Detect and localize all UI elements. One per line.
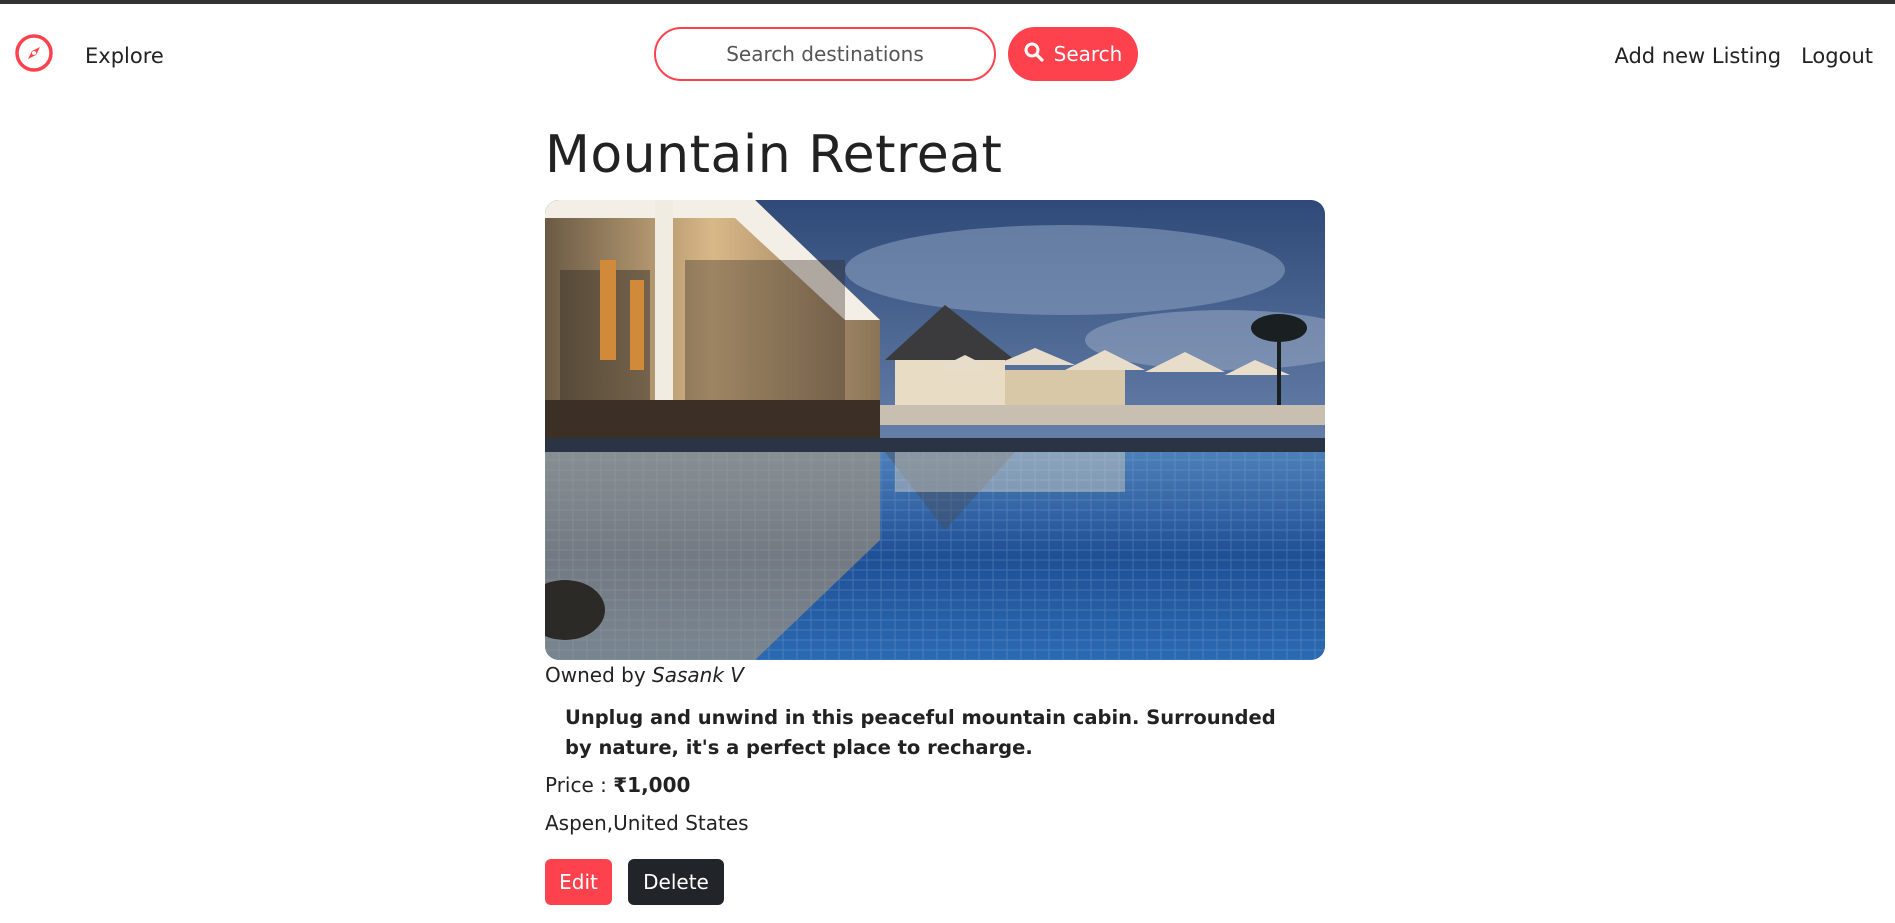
listing-location: Aspen,United States [545, 811, 749, 835]
search-input[interactable] [654, 27, 996, 81]
navbar: Explore Search Add new Listing Logout [0, 4, 1895, 104]
listing-price: Price : ₹1,000 [545, 773, 1325, 797]
owner-name: Sasank V [652, 663, 744, 687]
search-button-label: Search [1053, 42, 1123, 66]
logout-link[interactable]: Logout [1801, 44, 1873, 68]
listing-detail: Mountain Retreat Owned by Sasank V Unplu… [545, 120, 1325, 905]
owner-prefix: Owned by [545, 663, 646, 687]
search-icon [1024, 42, 1044, 67]
listing-actions: Edit Delete [545, 859, 1325, 905]
delete-button[interactable]: Delete [628, 859, 724, 905]
listing-owner: Owned by Sasank V [545, 663, 1325, 687]
nav-right-links: Add new Listing Logout [1614, 44, 1873, 68]
listing-image [545, 200, 1325, 660]
search-button[interactable]: Search [1008, 27, 1138, 81]
nav-explore-link[interactable]: Explore [85, 44, 164, 68]
price-value: ₹1,000 [613, 773, 691, 797]
listing-title: Mountain Retreat [545, 125, 1003, 185]
compass-icon[interactable] [14, 33, 54, 73]
listing-description: Unplug and unwind in this peaceful mount… [565, 706, 1276, 759]
add-new-listing-link[interactable]: Add new Listing [1614, 44, 1781, 68]
price-prefix: Price : [545, 773, 614, 797]
edit-button[interactable]: Edit [545, 859, 612, 905]
